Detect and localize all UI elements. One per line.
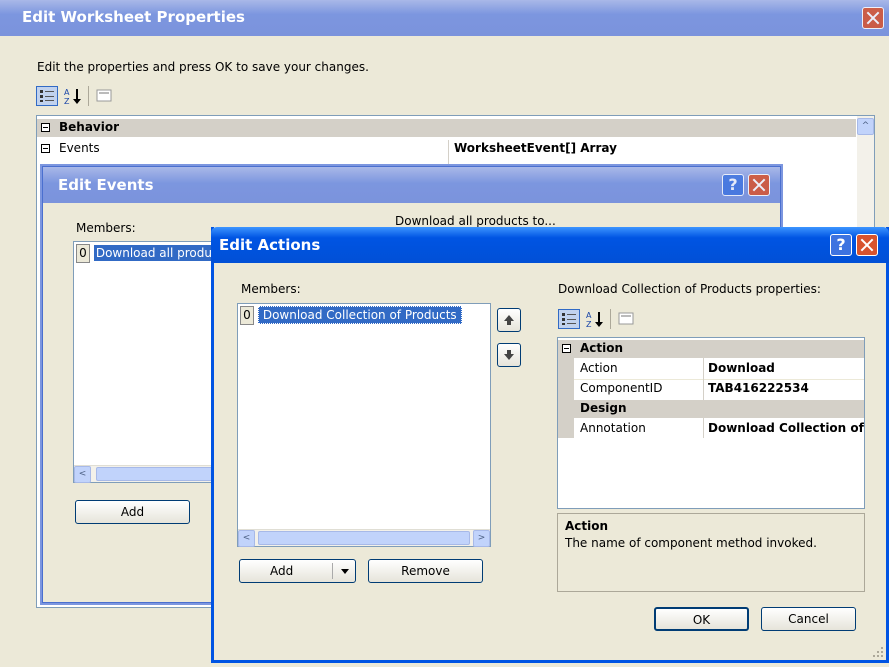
events-titlebar: Edit Events ? <box>43 167 780 203</box>
properties-label: Download Collection of Products properti… <box>558 282 821 296</box>
collapse-icon[interactable] <box>41 123 50 132</box>
grid-column-divider <box>703 358 704 438</box>
alphabetical-sort-icon[interactable]: AZ <box>62 86 84 106</box>
worksheet-toolbar: AZ <box>36 84 146 108</box>
property-value: TAB416222534 <box>708 381 809 395</box>
property-name: ComponentID <box>580 381 663 395</box>
scroll-left-button[interactable]: < <box>238 530 255 547</box>
actions-title: Edit Actions <box>219 236 321 254</box>
actions-help-button[interactable]: ? <box>830 234 852 256</box>
categorized-view-icon[interactable] <box>36 86 58 106</box>
property-row-componentid[interactable]: ComponentID TAB416222534 <box>558 379 864 397</box>
property-row-events[interactable]: Events WorksheetEvent[] Array <box>37 140 856 158</box>
property-row-annotation[interactable]: Annotation Download Collection of Produc… <box>558 420 864 438</box>
arrow-down-icon <box>504 350 514 360</box>
events-properties-label: Download all products to... <box>395 214 556 228</box>
property-value: WorksheetEvent[] Array <box>454 141 617 155</box>
svg-text:Z: Z <box>64 97 70 106</box>
worksheet-close-button[interactable] <box>862 7 884 29</box>
add-label: Add <box>270 564 294 578</box>
categorized-view-icon[interactable] <box>558 309 580 329</box>
svg-text:A: A <box>586 311 592 320</box>
actions-titlebar: Edit Actions ? <box>211 227 889 263</box>
description-text: The name of component method invoked. <box>565 536 817 550</box>
move-down-button[interactable] <box>497 343 521 367</box>
resize-grip-icon[interactable] <box>872 646 884 658</box>
category-label: Action <box>580 341 624 355</box>
edit-actions-window: Edit Actions ? Members: 0 Download Colle… <box>211 227 889 663</box>
worksheet-title: Edit Worksheet Properties <box>22 8 245 26</box>
actions-members-label: Members: <box>241 282 301 296</box>
grid-left-margin <box>558 358 574 438</box>
property-value: Download <box>708 361 775 375</box>
ok-button[interactable]: OK <box>654 607 749 631</box>
svg-text:Z: Z <box>586 320 592 329</box>
actions-property-grid: Action Action Download ComponentID TAB41… <box>557 337 865 509</box>
move-up-button[interactable] <box>497 308 521 332</box>
description-title: Action <box>565 519 609 533</box>
add-dropdown-divider <box>332 563 333 579</box>
horizontal-scrollbar[interactable]: < > <box>238 529 490 547</box>
actions-close-button[interactable] <box>856 234 878 256</box>
events-title: Edit Events <box>58 176 154 194</box>
collapse-icon[interactable] <box>41 144 50 153</box>
scroll-thumb[interactable] <box>96 467 216 481</box>
events-add-button[interactable]: Add <box>75 500 190 524</box>
events-members-label: Members: <box>76 221 136 235</box>
scroll-thumb[interactable] <box>258 531 470 545</box>
events-help-button[interactable]: ? <box>722 174 744 196</box>
toolbar-separator <box>610 309 611 329</box>
scroll-left-button[interactable]: < <box>74 466 91 483</box>
property-name: Events <box>59 141 100 155</box>
list-item[interactable]: 0 Download Collection of Products <box>240 306 488 325</box>
events-close-button[interactable] <box>748 174 770 196</box>
worksheet-instructions: Edit the properties and press OK to save… <box>37 60 369 74</box>
property-pages-icon[interactable] <box>616 309 638 329</box>
dropdown-arrow-icon[interactable] <box>341 569 349 575</box>
property-value: Download Collection of Products <box>708 421 864 435</box>
scroll-right-button[interactable]: > <box>473 530 490 547</box>
collapse-icon[interactable] <box>562 344 571 353</box>
add-button[interactable]: Add <box>239 559 356 583</box>
grid-column-divider <box>448 140 449 164</box>
list-item-label: Download Collection of Products <box>257 306 462 324</box>
category-label: Behavior <box>59 120 120 134</box>
property-pages-icon[interactable] <box>94 86 116 106</box>
remove-button[interactable]: Remove <box>368 559 483 583</box>
cancel-button[interactable]: Cancel <box>761 607 856 631</box>
actions-toolbar: AZ <box>558 307 668 331</box>
list-item-index: 0 <box>76 244 90 263</box>
list-item-index: 0 <box>240 306 254 325</box>
property-row-action[interactable]: Action Download <box>558 360 864 378</box>
alphabetical-sort-icon[interactable]: AZ <box>584 309 606 329</box>
arrow-up-icon <box>504 315 514 325</box>
category-row-action[interactable]: Action <box>558 340 864 358</box>
actions-members-list[interactable]: 0 Download Collection of Products < > <box>237 303 491 547</box>
toolbar-separator <box>88 86 89 106</box>
category-row-behavior[interactable]: Behavior <box>37 119 856 137</box>
svg-text:A: A <box>64 88 70 97</box>
property-name: Action <box>580 361 618 375</box>
category-label: Design <box>580 401 627 415</box>
scroll-up-button[interactable]: ^ <box>857 118 874 135</box>
worksheet-titlebar: Edit Worksheet Properties <box>0 0 889 36</box>
category-row-design[interactable]: Design <box>558 400 864 418</box>
property-name: Annotation <box>580 421 646 435</box>
property-description-panel: Action The name of component method invo… <box>557 513 865 592</box>
